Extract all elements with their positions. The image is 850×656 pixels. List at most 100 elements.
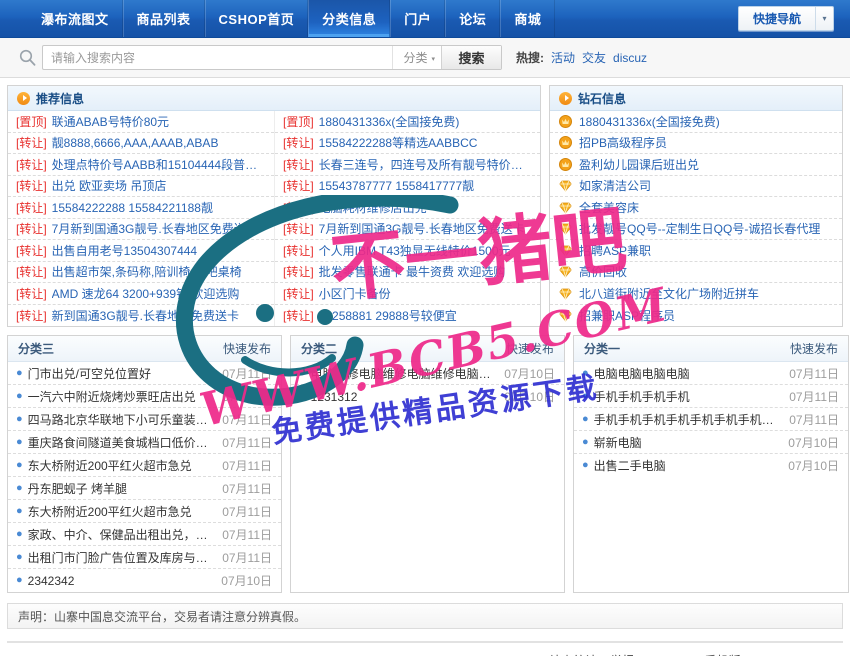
recommend-row-link[interactable]: 联通ABAB号特价80元	[52, 113, 169, 130]
category-box-1: 分类二 快速发布 ● 电脑维修电脑维修电脑维修电脑维修电脑维... 07月10日 ● 123…	[290, 335, 565, 593]
nav-item-2[interactable]: CSHOP首页	[204, 0, 309, 37]
recommend-row-link[interactable]: 个人用IBM T43独显无线特价1500元	[319, 242, 511, 259]
recommend-row-tag: [转让]	[16, 157, 47, 172]
recommend-row-link[interactable]: 长春三连号，四连号及所有靓号特价出售了	[319, 156, 534, 173]
quick-nav-button[interactable]: 快捷导航 ▾	[737, 6, 834, 31]
recommend-row-tag: [转让]	[16, 265, 47, 280]
diamond-row-link[interactable]: 招PB高级程序员	[579, 134, 667, 151]
list-item-link[interactable]: 崭新电脑	[594, 434, 783, 451]
list-item-link[interactable]: 东大桥附近200平红火超市急兑	[28, 503, 217, 520]
recommend-row-link[interactable]: 出兑 欧亚卖场 吊顶店	[52, 177, 167, 194]
category-title: 分类二	[301, 342, 338, 356]
recommend-row-tag: [转让]	[16, 200, 47, 215]
diamond-row-link[interactable]: 全套美容床	[579, 199, 639, 216]
list-item-link[interactable]: 丹东肥蚬子 烤羊腿	[28, 480, 217, 497]
recommend-row-link[interactable]: 小区门卡备份	[319, 285, 391, 302]
diamond-row: 招PB高级程序员	[550, 133, 842, 154]
list-item-link[interactable]: 电脑电脑电脑电脑	[594, 365, 784, 382]
recommend-row-link[interactable]: AMD 速龙64 3200+939针 欢迎选购	[52, 285, 240, 302]
recommend-row: [转让] 电脑耗材维修店出兑	[275, 197, 540, 219]
list-item: ● 出售二手电脑 07月10日	[574, 454, 848, 477]
list-item-link[interactable]: 重庆路食间隧道美食城档口低价出兑	[28, 434, 217, 451]
list-item-link[interactable]: 出租门市门脸广告位置及库房与办公室，本...	[28, 549, 217, 566]
diamond-row-link[interactable]: 招聘ASP兼职	[579, 242, 651, 259]
diamond-row-link[interactable]: 如家清洁公司	[579, 177, 651, 194]
list-item-link[interactable]: 东大桥附近200平红火超市急兑	[28, 457, 217, 474]
list-item-link[interactable]: 电脑维修电脑维修电脑维修电脑维修电脑维...	[311, 365, 499, 382]
diamond-row: 1880431336x(全国接免费)	[550, 111, 842, 133]
nav-item-1[interactable]: 商品列表	[122, 0, 205, 37]
hot-search-link-0[interactable]: 活动	[551, 49, 575, 66]
list-item-link[interactable]: 一汽六中附近烧烤炒票旺店出兑	[28, 388, 217, 405]
list-item-link[interactable]: 1231312	[311, 390, 499, 404]
bullet-icon: ●	[16, 412, 23, 425]
list-item-date: 07月11日	[789, 366, 839, 381]
recommend-row: [转让] 个人用IBM T43独显无线特价1500元	[275, 240, 540, 262]
nav-item-label: 论坛	[459, 12, 487, 27]
recommend-row-tag: [置顶]	[16, 114, 47, 129]
crown-icon	[559, 157, 574, 171]
recommend-row: [转让] 7月新到国通3G靓号.长春地区免费送卡	[8, 219, 274, 240]
nav-item-3-active[interactable]: 分类信息	[308, 0, 391, 37]
list-item-link[interactable]: 手机手机手机手机手机手机手机手机手机手...	[594, 411, 784, 428]
search-input[interactable]	[43, 46, 393, 69]
recommend-row-link[interactable]: 处理点特价号AABB和15104444段普通号	[52, 156, 268, 173]
crown-icon	[559, 136, 574, 150]
crown-icon	[559, 114, 574, 128]
recommend-row-link[interactable]: 出售超市架,条码称,陪训椅,酒吧桌椅	[52, 263, 242, 280]
list-item-date: 07月11日	[222, 366, 272, 381]
search-category-dropdown[interactable]: 分类 ▾	[392, 46, 441, 69]
diamond-row-link[interactable]: 北八道街附近至文化广场附近拼车	[579, 285, 759, 302]
hot-search-link-1[interactable]: 交友	[582, 49, 606, 66]
list-item-link[interactable]: 门市出兑/可空兑位置好	[28, 365, 217, 382]
list-item-link[interactable]: 家政、中介、保健品出租出兑，鲁辉国际城...	[28, 526, 217, 543]
recommend-row-link[interactable]: 电脑耗材维修店出兑	[319, 199, 427, 216]
list-item-link[interactable]: 出售二手电脑	[594, 457, 783, 474]
recommend-row-link[interactable]: 批发零售联通卡 最牛资费 欢迎选购	[319, 263, 506, 280]
recommend-row-link[interactable]: 靓8888,6666,AAA,AAAB,ABAB	[52, 134, 219, 151]
quick-post-button[interactable]: 快速发布	[506, 340, 554, 357]
list-item-link[interactable]: 2342342	[28, 574, 216, 588]
diamond-row-link[interactable]: 批发靓号QQ号--定制生日QQ号-诚招长春代理	[579, 220, 820, 237]
recommend-row: [转让] 13258881 29888号较便宜	[275, 305, 540, 327]
recommend-row-link[interactable]: 7月新到国通3G靓号.长春地区免费送卡	[319, 220, 525, 237]
recommend-row-link[interactable]: 15584222288 15584221188靓	[52, 199, 213, 216]
list-item-link[interactable]: 手机手机手机手机	[594, 388, 784, 405]
nav-item-list: 瀑布流图文 商品列表 CSHOP首页 分类信息 门户 论坛 商城	[28, 0, 556, 37]
quick-post-button[interactable]: 快速发布	[223, 340, 271, 357]
recommend-row-link[interactable]: 15584222288等精选AABBCC	[319, 134, 478, 151]
category-header: 分类一 快速发布	[574, 336, 848, 362]
nav-item-label: 商城	[514, 12, 542, 27]
nav-item-6[interactable]: 商城	[500, 0, 556, 37]
nav-item-0[interactable]: 瀑布流图文	[28, 0, 123, 37]
recommend-row-link[interactable]: 7月新到国通3G靓号.长春地区免费送卡	[52, 220, 258, 237]
diamond-panel-header: 钻石信息	[550, 86, 842, 111]
chevron-down-icon[interactable]: ▾	[815, 7, 833, 30]
recommend-row-link[interactable]: 13258881 29888号较便宜	[319, 307, 457, 324]
diamond-row-link[interactable]: 招兼职ASP程序员	[579, 307, 675, 324]
recommend-row-tag: [转让]	[16, 179, 47, 194]
nav-item-5[interactable]: 论坛	[445, 0, 501, 37]
main-content: 推荐信息 [置顶] 联通ABAB号特价80元 [转让] 靓8888,6666,AAA,…	[0, 78, 850, 593]
diamond-row-link[interactable]: 1880431336x(全国接免费)	[579, 113, 720, 130]
recommend-row-link[interactable]: 1880431336x(全国接免费)	[319, 113, 460, 130]
quick-nav-label: 快捷导航	[752, 12, 801, 26]
diamond-list-body: 1880431336x(全国接免费) 招PB高级程序员盈利幼儿园课后班出兑 如家清洁…	[550, 111, 842, 326]
diamond-row-link[interactable]: 盈利幼儿园课后班出兑	[579, 156, 699, 173]
recommend-row-link[interactable]: 新到国通3G靓号.长春地区免费送卡	[52, 307, 239, 324]
recommend-left-column: [置顶] 联通ABAB号特价80元 [转让] 靓8888,6666,AAA,AAAB,…	[8, 111, 274, 326]
diamond-icon	[559, 179, 574, 193]
search-button[interactable]: 搜索	[441, 46, 501, 69]
diamond-row: 批发靓号QQ号--定制生日QQ号-诚招长春代理	[550, 219, 842, 240]
bullet-icon: ●	[582, 412, 589, 425]
hot-search-link-2[interactable]: discuz	[613, 51, 647, 65]
diamond-row-link[interactable]: 高价回收	[579, 263, 627, 280]
quick-post-button[interactable]: 快速发布	[790, 340, 838, 357]
nav-item-4[interactable]: 门户	[390, 0, 446, 37]
list-item: ● 崭新电脑 07月10日	[574, 431, 848, 454]
list-item-link[interactable]: 四马路北京华联地下小可乐童装急兑	[28, 411, 217, 428]
list-item: ● 东大桥附近200平红火超市急兑 07月11日	[8, 500, 281, 523]
recommend-row-link[interactable]: 15543787777 1558417777靓	[319, 177, 475, 194]
list-item: ● 一汽六中附近烧烤炒票旺店出兑 07月11日	[8, 385, 281, 408]
recommend-row-link[interactable]: 出售自用老号13504307444	[52, 242, 197, 259]
